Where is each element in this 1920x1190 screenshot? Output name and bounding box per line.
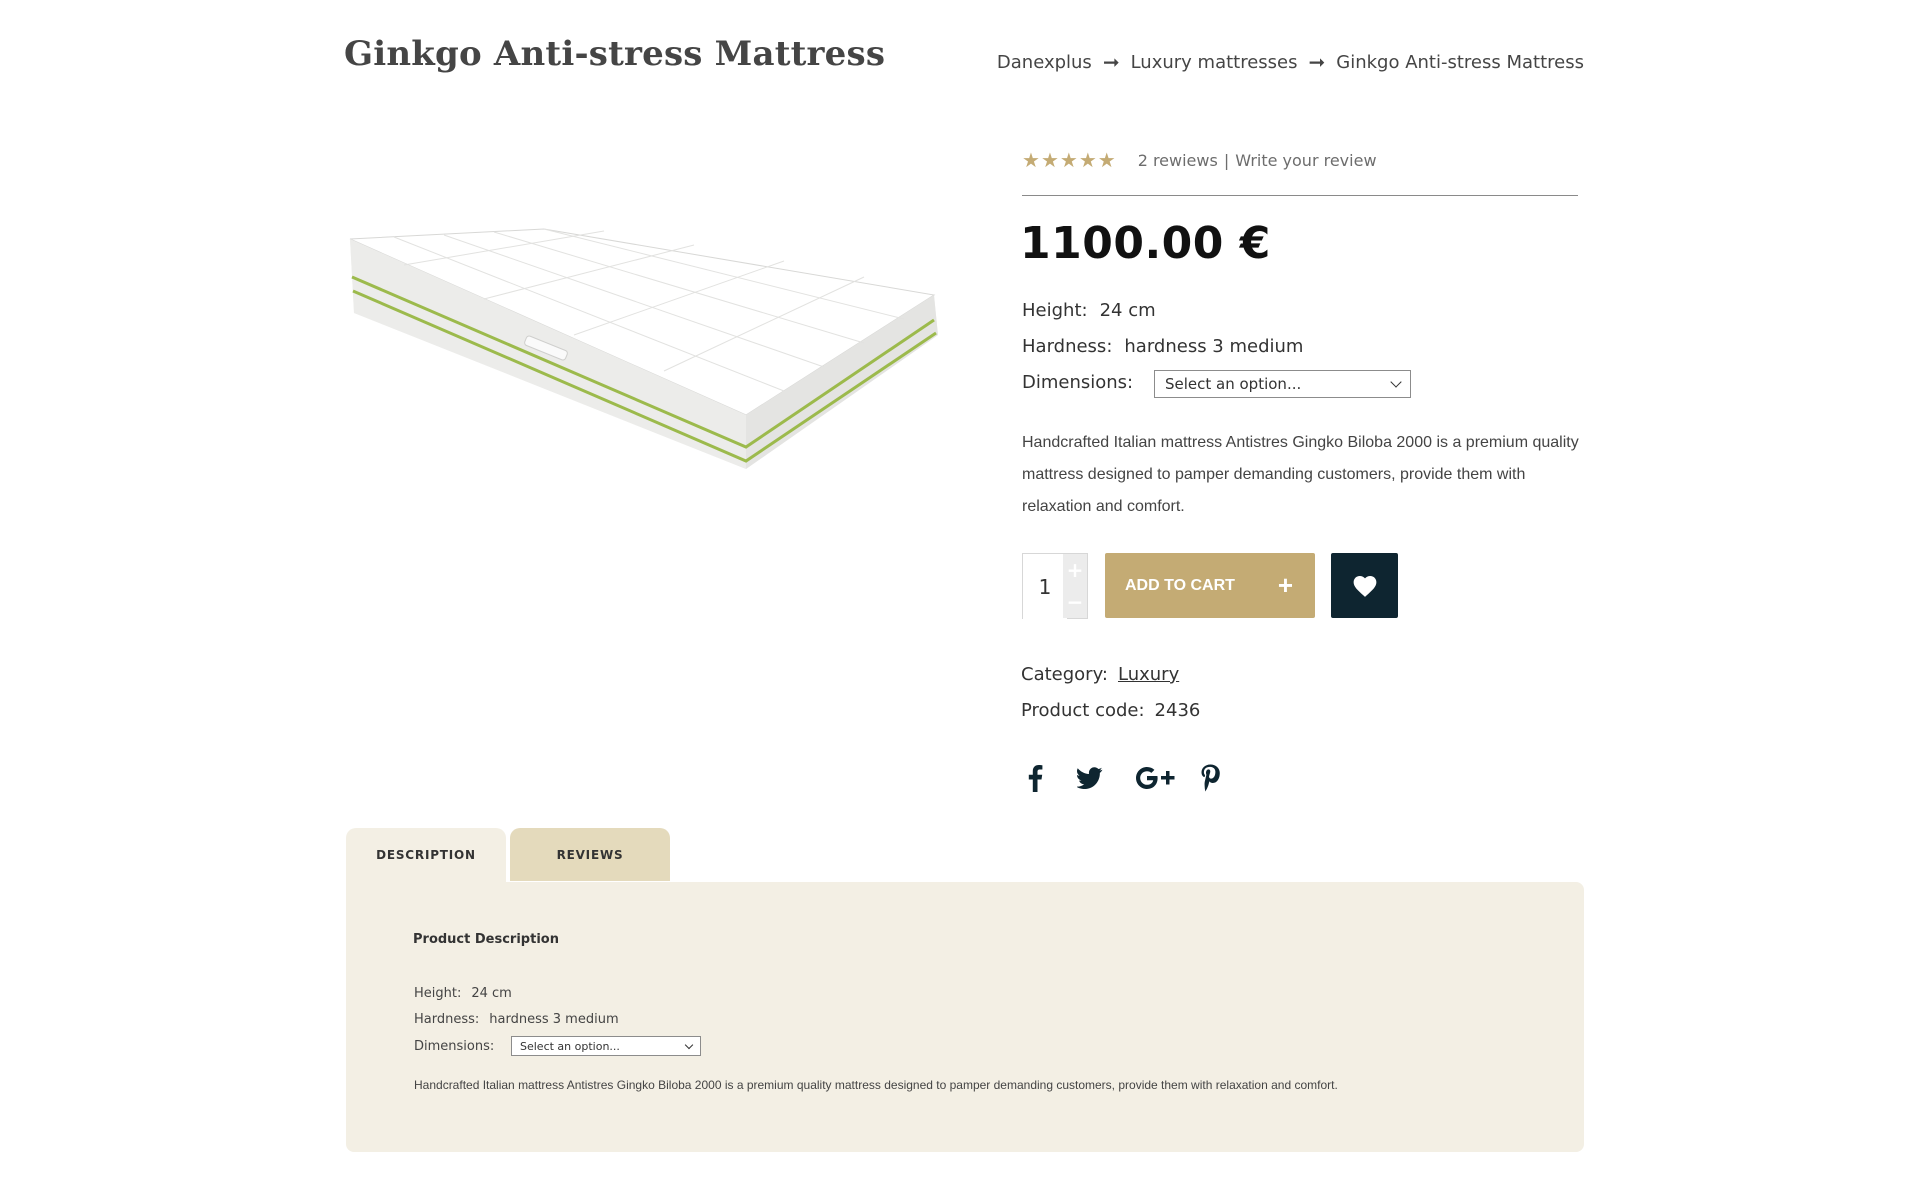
dimensions-select[interactable]: Select an option...: [1154, 370, 1411, 398]
tab-reviews[interactable]: REVIEWS: [510, 828, 670, 881]
quantity-input[interactable]: [1023, 554, 1067, 620]
pinterest-icon[interactable]: [1195, 758, 1225, 798]
star-icon: ★: [1078, 148, 1097, 172]
star-icon: ★: [1022, 148, 1040, 172]
star-icon: ★: [1097, 148, 1116, 172]
rating: ★ ★ ★ ★ ★ 2 rewiews | Write your review: [1022, 150, 1377, 170]
panel-dimensions-label: Dimensions:: [414, 1039, 495, 1054]
plus-icon: +: [1277, 570, 1293, 600]
panel-height-attribute: Height: 24 cm: [414, 986, 512, 1001]
heart-icon: [1353, 575, 1376, 597]
product-description: Handcrafted Italian mattress Antistres G…: [1022, 434, 1579, 515]
chevron-down-icon: [1390, 376, 1402, 388]
quantity-decrease-button[interactable]: −: [1063, 586, 1087, 618]
product-code-row: Product code: 2436: [1021, 700, 1200, 721]
add-to-cart-label: ADD TO CART: [1125, 576, 1235, 594]
add-to-cart-button[interactable]: ADD TO CART +: [1105, 553, 1315, 618]
dimensions-select-value: Select an option...: [1165, 375, 1302, 393]
panel-height-label: Height:: [414, 986, 462, 1001]
dimensions-label: Dimensions:: [1022, 372, 1134, 393]
panel-description: Handcrafted Italian mattress Antistres G…: [414, 1078, 1338, 1092]
category-link[interactable]: Luxury: [1118, 664, 1179, 685]
tab-description[interactable]: DESCRIPTION: [346, 828, 506, 882]
star-icon: ★: [1040, 148, 1059, 172]
category-label: Category:: [1021, 664, 1108, 685]
arrow-right-icon: ➞: [1102, 50, 1120, 74]
write-review-link[interactable]: Write your review: [1235, 151, 1376, 170]
quantity-stepper: + −: [1022, 553, 1088, 620]
height-attribute: Height: 24 cm: [1022, 300, 1156, 321]
product-code-value: 2436: [1154, 700, 1201, 721]
breadcrumb-category-link[interactable]: Luxury mattresses: [1131, 52, 1298, 73]
panel-height-value: 24 cm: [471, 986, 512, 1001]
hardness-value: hardness 3 medium: [1124, 336, 1304, 357]
twitter-icon[interactable]: [1070, 758, 1110, 798]
price: 1100.00 €: [1020, 218, 1271, 269]
hardness-label: Hardness:: [1022, 336, 1113, 357]
panel-hardness-label: Hardness:: [414, 1012, 480, 1027]
google-plus-icon[interactable]: [1130, 758, 1180, 798]
description-panel: Product Description Height: 24 cm Hardnes…: [346, 882, 1584, 1152]
height-value: 24 cm: [1099, 300, 1156, 321]
panel-dimensions-select-value: Select an option...: [520, 1039, 620, 1053]
wishlist-button[interactable]: [1331, 553, 1398, 618]
panel-hardness-value: hardness 3 medium: [489, 1012, 619, 1027]
quantity-increase-button[interactable]: +: [1063, 554, 1087, 586]
star-icon: ★: [1059, 148, 1078, 172]
panel-hardness-attribute: Hardness: hardness 3 medium: [414, 1012, 619, 1027]
breadcrumb-home-link[interactable]: Danexplus: [997, 52, 1092, 73]
divider: |: [1223, 150, 1230, 170]
reviews-count-link[interactable]: 2 rewiews: [1138, 151, 1218, 170]
product-code-label: Product code:: [1021, 700, 1145, 721]
category-row: Category: Luxury: [1021, 664, 1179, 685]
product-image[interactable]: [344, 225, 944, 490]
page-title: Ginkgo Anti-stress Mattress: [344, 34, 886, 74]
facebook-icon[interactable]: [1020, 758, 1050, 798]
breadcrumb-current: Ginkgo Anti-stress Mattress: [1336, 51, 1584, 73]
divider: [1022, 195, 1578, 196]
chevron-down-icon: [684, 1040, 694, 1049]
panel-dimensions-select[interactable]: Select an option...: [511, 1036, 701, 1056]
arrow-right-icon: ➞: [1308, 50, 1326, 74]
hardness-attribute: Hardness: hardness 3 medium: [1022, 336, 1303, 357]
breadcrumb: Danexplus ➞ Luxury mattresses ➞ Ginkgo A…: [997, 50, 1584, 74]
height-label: Height:: [1022, 300, 1088, 321]
star-rating: ★ ★ ★ ★ ★: [1022, 150, 1116, 170]
panel-title: Product Description: [413, 932, 559, 947]
